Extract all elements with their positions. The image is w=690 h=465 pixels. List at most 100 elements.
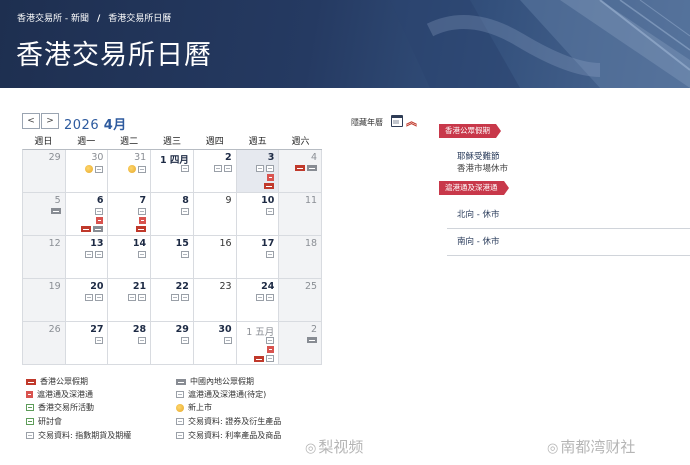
data-release-icon[interactable]: [256, 165, 265, 172]
cn-holiday-icon[interactable]: [50, 208, 61, 214]
data-release-icon[interactable]: [223, 165, 232, 172]
day-number: 28: [132, 324, 147, 335]
data-release-icon[interactable]: [85, 294, 94, 301]
calendar-day[interactable]: 23: [193, 279, 237, 322]
calendar-day[interactable]: 27: [65, 322, 109, 365]
calendar-day[interactable]: 28: [108, 322, 152, 365]
calendar-day[interactable]: 1 五月: [236, 322, 280, 365]
calendar-day[interactable]: 4: [279, 150, 323, 193]
data-release-icon[interactable]: [95, 165, 104, 173]
ipo-icon[interactable]: [85, 165, 94, 173]
calendar-day[interactable]: 19: [23, 279, 66, 322]
calendar-day[interactable]: 24: [236, 279, 280, 322]
stock-connect-icon[interactable]: [139, 217, 147, 224]
calendar-day[interactable]: 25: [279, 279, 323, 322]
calendar-day[interactable]: 1 四月: [151, 150, 194, 193]
data-release-icon[interactable]: [256, 294, 265, 301]
legend-item-rate-data: 交易資料: 利率產品及商品: [176, 430, 281, 441]
calendar-day[interactable]: 2: [193, 150, 237, 193]
calendar-day[interactable]: 29: [151, 322, 194, 365]
calendar-day[interactable]: 29: [23, 150, 66, 193]
calendar-day[interactable]: 5: [23, 193, 66, 236]
day-number: 22: [175, 281, 189, 292]
hk-holiday-icon[interactable]: [81, 226, 92, 232]
data-release-icon[interactable]: [95, 294, 104, 301]
data-release-icon[interactable]: [95, 208, 104, 215]
breadcrumb-current: 香港交易所日曆: [108, 14, 172, 24]
day-markers: [170, 294, 189, 301]
data-release-icon[interactable]: [180, 208, 189, 215]
data-release-icon[interactable]: [266, 337, 275, 344]
calendar-icon[interactable]: [391, 115, 403, 127]
day-markers: [295, 165, 318, 171]
data-release-icon[interactable]: [95, 251, 104, 258]
data-release-icon[interactable]: [138, 251, 147, 258]
next-month-button[interactable]: >: [41, 113, 59, 129]
calendar-day[interactable]: 30: [65, 150, 109, 193]
watermark-left: ◎ 梨视频: [305, 438, 364, 456]
calendar-day[interactable]: 6: [65, 193, 109, 236]
data-release-icon[interactable]: [266, 208, 275, 215]
calendar-day[interactable]: 16: [193, 236, 237, 279]
chevron-up-icon[interactable]: ︽: [406, 113, 417, 129]
calendar-day[interactable]: 12: [23, 236, 66, 279]
calendar-day[interactable]: 14: [108, 236, 152, 279]
data-release-icon[interactable]: [266, 294, 275, 301]
data-release-icon[interactable]: [180, 337, 189, 344]
hk-holiday-icon[interactable]: [295, 165, 306, 171]
data-release-icon[interactable]: [85, 251, 94, 258]
data-release-icon[interactable]: [128, 294, 137, 301]
calendar-day[interactable]: 22: [151, 279, 194, 322]
data-release-icon[interactable]: [170, 294, 179, 301]
stock-connect-icon[interactable]: [267, 174, 275, 181]
weekday-label: 週一: [77, 137, 96, 147]
breadcrumb-home-link[interactable]: 香港交易所 - 新聞: [17, 14, 89, 24]
hk-holiday-icon[interactable]: [136, 226, 147, 232]
calendar-day[interactable]: 15: [151, 236, 194, 279]
data-release-icon[interactable]: [138, 294, 147, 301]
data-release-icon[interactable]: [138, 337, 147, 344]
calendar-day[interactable]: 8: [151, 193, 194, 236]
cn-holiday-icon[interactable]: [307, 165, 318, 171]
calendar-day[interactable]: 7: [108, 193, 152, 236]
data-release-icon[interactable]: [266, 355, 275, 362]
data-release-icon[interactable]: [138, 208, 147, 215]
cn-holiday-icon[interactable]: [307, 337, 318, 343]
data-release-icon[interactable]: [213, 165, 222, 172]
calendar-day[interactable]: 21: [108, 279, 152, 322]
calendar-day[interactable]: 13: [65, 236, 109, 279]
data-release-icon[interactable]: [180, 251, 189, 258]
calendar-day[interactable]: 10: [236, 193, 280, 236]
stock-connect-icon[interactable]: [267, 346, 275, 353]
data-release-icon[interactable]: [266, 251, 275, 258]
holiday-name-link[interactable]: 耶穌受難節: [457, 150, 500, 162]
hide-year-calendar-link[interactable]: 隱藏年曆: [351, 117, 383, 128]
calendar-day[interactable]: 30: [193, 322, 237, 365]
cn-holiday-icon[interactable]: [93, 226, 104, 232]
ipo-icon[interactable]: [128, 165, 137, 173]
day-number: 2: [224, 152, 232, 163]
calendar-day[interactable]: 3: [236, 150, 280, 193]
year-label: 2026: [64, 118, 100, 133]
calendar-day[interactable]: 26: [23, 322, 66, 365]
hk-holiday-icon[interactable]: [264, 183, 275, 189]
data-release-icon[interactable]: [95, 337, 104, 344]
day-number: 30: [91, 152, 104, 163]
calendar-day[interactable]: 17: [236, 236, 280, 279]
calendar-day[interactable]: 31: [108, 150, 152, 193]
data-release-icon[interactable]: [266, 165, 275, 172]
stock-connect-icon[interactable]: [96, 217, 104, 224]
month-label: 2026 4月: [64, 114, 127, 133]
prev-month-button[interactable]: <: [22, 113, 40, 129]
calendar-day[interactable]: 9: [193, 193, 237, 236]
calendar-day[interactable]: 11: [279, 193, 323, 236]
data-release-icon[interactable]: [138, 165, 147, 173]
legend-label: 滬港通及深港通: [37, 390, 93, 399]
data-release-icon[interactable]: [180, 165, 189, 172]
data-release-icon[interactable]: [180, 294, 189, 301]
hk-holiday-icon[interactable]: [254, 355, 265, 362]
calendar-day[interactable]: 18: [279, 236, 323, 279]
calendar-day[interactable]: 20: [65, 279, 109, 322]
calendar-day[interactable]: 2: [279, 322, 323, 365]
data-release-icon[interactable]: [223, 337, 232, 344]
